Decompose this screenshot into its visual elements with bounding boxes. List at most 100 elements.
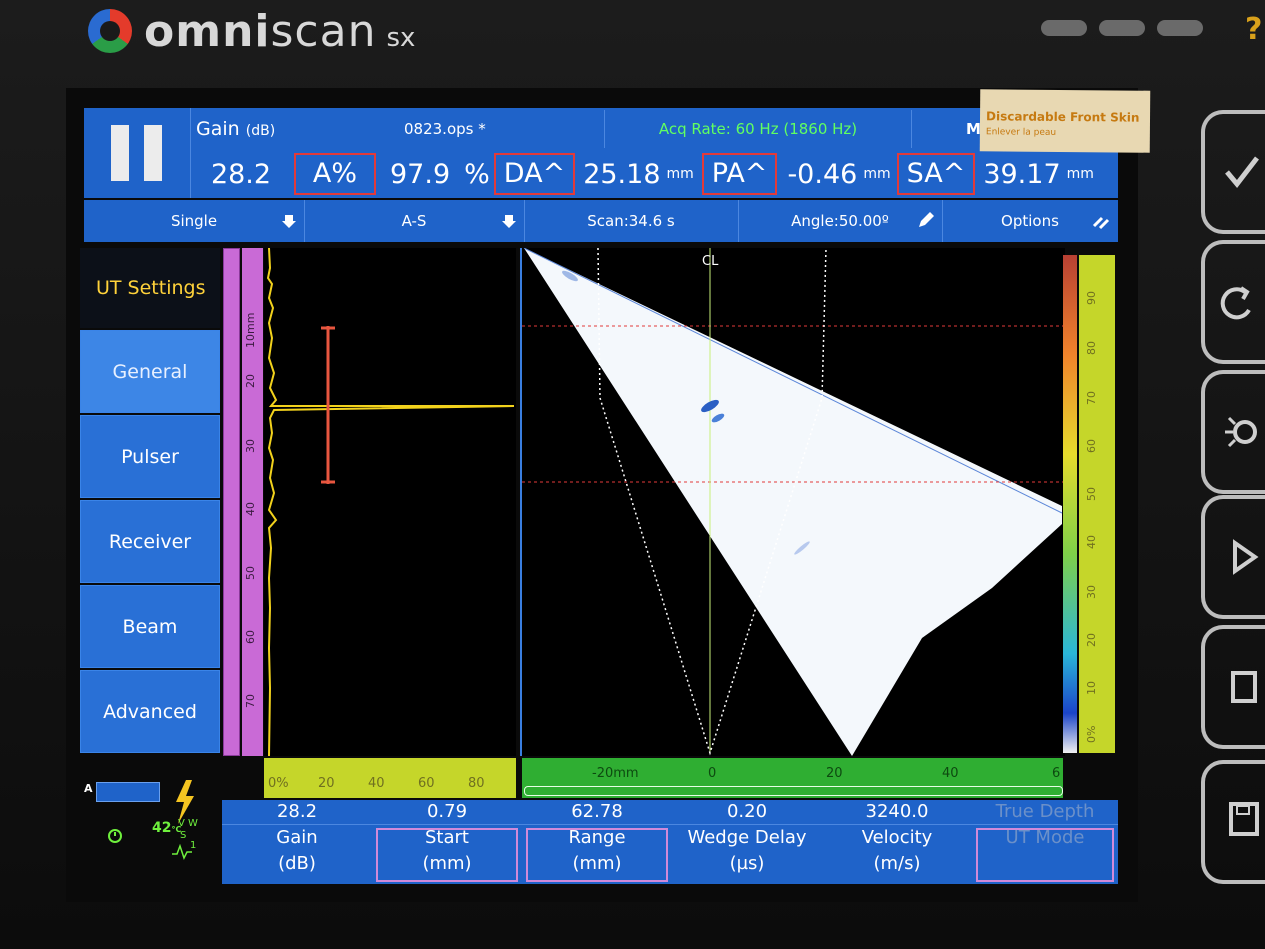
reading-unit-da: mm bbox=[666, 166, 694, 182]
param-label: Wedge Delay bbox=[687, 827, 807, 848]
param-value: 28.2 bbox=[222, 800, 372, 825]
layout-dropdown[interactable]: A-S bbox=[304, 200, 525, 242]
led-indicator bbox=[1157, 20, 1203, 36]
scan-time: Scan:34.6 s bbox=[524, 200, 739, 242]
options-button[interactable]: Options bbox=[942, 200, 1118, 242]
menu-item-advanced[interactable]: Advanced bbox=[80, 670, 220, 753]
param-value: 0.20 bbox=[672, 800, 822, 825]
stop-icon bbox=[1231, 671, 1257, 703]
reading-label-da[interactable]: DA^ bbox=[493, 153, 576, 195]
param-range[interactable]: 62.78 Range (mm) bbox=[522, 800, 673, 884]
probe-label: A bbox=[84, 782, 93, 795]
reading-value-da: 25.18 bbox=[583, 158, 661, 190]
reading-unit-a: % bbox=[464, 158, 490, 190]
palette-tick: 10 bbox=[1085, 681, 1098, 695]
param-select-box bbox=[526, 828, 668, 882]
a-scan-view[interactable] bbox=[264, 247, 516, 757]
depth-tick: 70 bbox=[244, 694, 257, 708]
menu-item-beam[interactable]: Beam bbox=[80, 585, 220, 668]
depth-tick: 20 bbox=[244, 374, 257, 388]
v-label: V bbox=[178, 818, 185, 829]
hw-save-button[interactable] bbox=[1201, 760, 1265, 884]
param-gain[interactable]: 28.2 Gain (dB) bbox=[222, 800, 373, 884]
view-toolbar: Single A-S Scan:34.6 s Angle:50.00º Opti… bbox=[84, 200, 1118, 242]
menu-title: UT Settings bbox=[80, 248, 220, 328]
param-value: 0.79 bbox=[372, 800, 522, 825]
menu-item-general[interactable]: General bbox=[80, 330, 220, 413]
menu-item-receiver[interactable]: Receiver bbox=[80, 500, 220, 583]
gain-unit: (dB) bbox=[245, 123, 276, 139]
palette-tick: 70 bbox=[1085, 391, 1098, 405]
reading-label-sa[interactable]: SA^ bbox=[896, 153, 976, 195]
pause-icon bbox=[144, 125, 162, 181]
floppy-icon bbox=[1229, 802, 1259, 836]
m-label: M bbox=[966, 120, 981, 138]
temperature: 42°C bbox=[152, 820, 181, 836]
hw-accept-button[interactable] bbox=[1201, 110, 1265, 234]
reading-value-pa: -0.46 bbox=[787, 158, 858, 190]
palette-scale[interactable]: 90 80 70 60 50 40 30 20 10 0% bbox=[1079, 255, 1115, 753]
sticker-title: Discardable Front Skin bbox=[985, 109, 1140, 125]
reading-label-a[interactable]: A% bbox=[294, 153, 376, 195]
param-velocity[interactable]: 3240.0 Velocity (m/s) bbox=[822, 800, 973, 884]
hw-stop-button[interactable] bbox=[1201, 625, 1265, 749]
param-ut-mode[interactable]: True Depth UT Mode bbox=[972, 800, 1118, 884]
channel-count: 1 bbox=[190, 840, 197, 851]
scan-time-label: Scan:34.6 s bbox=[587, 212, 675, 230]
depth-tick: 30 bbox=[244, 439, 257, 453]
signal-icon bbox=[172, 844, 192, 860]
battery-icon bbox=[96, 782, 160, 802]
reading-unit-sa: mm bbox=[1066, 166, 1094, 182]
acq-mode-label: Single bbox=[170, 212, 218, 230]
s-scan-plot bbox=[522, 247, 1063, 756]
reading-label-pa[interactable]: PA^ bbox=[701, 153, 778, 195]
param-start[interactable]: 0.79 Start (mm) bbox=[372, 800, 523, 884]
param-unit: (m/s) bbox=[873, 853, 921, 874]
brand-suffix: scan bbox=[270, 5, 377, 57]
dropdown-arrow-icon bbox=[502, 215, 516, 228]
param-value: 3240.0 bbox=[822, 800, 972, 825]
depth-ruler[interactable]: 10mm 20 30 40 50 60 70 bbox=[242, 248, 263, 756]
hw-play-button[interactable] bbox=[1201, 495, 1265, 619]
help-key[interactable]: ? bbox=[1245, 12, 1265, 47]
param-label: Velocity bbox=[861, 827, 933, 848]
dropdown-arrow-icon bbox=[282, 215, 296, 228]
palette-tick: 80 bbox=[1085, 341, 1098, 355]
param-select-box bbox=[376, 828, 518, 882]
depth-tick: 50 bbox=[244, 566, 257, 580]
brand-logo-icon bbox=[88, 9, 132, 53]
status-leds bbox=[1041, 20, 1203, 36]
param-wedge-delay[interactable]: 0.20 Wedge Delay (µs) bbox=[672, 800, 823, 884]
layout-label: A-S bbox=[401, 212, 427, 230]
palette-tick: 0% bbox=[1085, 725, 1098, 743]
acq-mode-dropdown[interactable]: Single bbox=[84, 200, 305, 242]
pause-button[interactable] bbox=[84, 108, 191, 198]
depth-tick: 60 bbox=[244, 630, 257, 644]
depth-tick: 40 bbox=[244, 502, 257, 516]
hw-freeze-button[interactable] bbox=[1201, 370, 1265, 494]
options-label: Options bbox=[1001, 212, 1059, 230]
palette-tick: 50 bbox=[1085, 487, 1098, 501]
hw-undo-button[interactable] bbox=[1201, 240, 1265, 364]
s-scan-view[interactable]: CL bbox=[520, 247, 1065, 756]
tools-icon bbox=[1092, 216, 1110, 230]
pause-icon bbox=[111, 125, 129, 181]
palette-tick: 30 bbox=[1085, 585, 1098, 599]
palette-tick: 40 bbox=[1085, 535, 1098, 549]
param-value: 62.78 bbox=[522, 800, 672, 825]
angle-field[interactable]: Angle:50.00º bbox=[738, 200, 943, 242]
s-indicator: S bbox=[180, 830, 187, 841]
palette-tick: 90 bbox=[1085, 291, 1098, 305]
instrument-screen: Gain (dB) 0823.ops * Acq Rate: 60 Hz (18… bbox=[66, 88, 1138, 902]
check-icon bbox=[1225, 156, 1259, 188]
undo-icon bbox=[1220, 286, 1251, 320]
gain-label-text: Gain bbox=[196, 118, 240, 140]
ut-settings-menu: UT Settings General Pulser Receiver Beam… bbox=[80, 248, 220, 760]
gain-value: 28.2 bbox=[210, 158, 272, 190]
vw-indicator: V W bbox=[178, 818, 198, 829]
brand-name: omni bbox=[144, 5, 271, 57]
reading-bar: Gain (dB) 0823.ops * Acq Rate: 60 Hz (18… bbox=[84, 108, 1118, 198]
menu-item-pulser[interactable]: Pulser bbox=[80, 415, 220, 498]
index-ruler[interactable] bbox=[223, 248, 240, 756]
pencil-icon bbox=[919, 212, 934, 227]
